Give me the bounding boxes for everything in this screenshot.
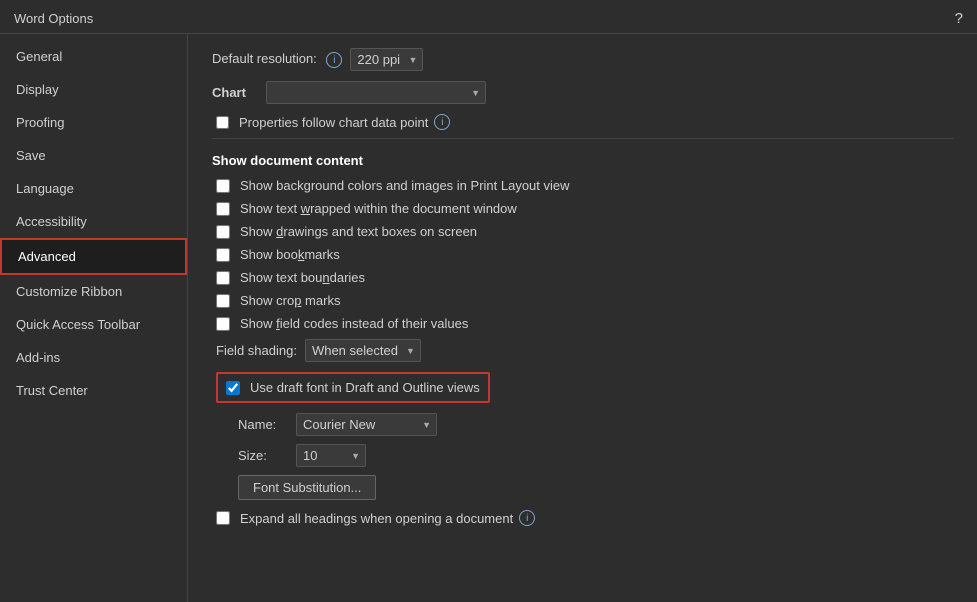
- show-text-boundaries-label[interactable]: Show text boundaries: [240, 270, 365, 285]
- resolution-info-icon[interactable]: i: [326, 52, 342, 68]
- sidebar-item-trust-center[interactable]: Trust Center: [0, 374, 187, 407]
- chart-select-wrap: [266, 81, 486, 104]
- sidebar-item-quick-access-toolbar[interactable]: Quick Access Toolbar: [0, 308, 187, 341]
- show-bookmarks-label[interactable]: Show bookmarks: [240, 247, 340, 262]
- field-shading-label: Field shading:: [216, 343, 297, 358]
- show-background-row: Show background colors and images in Pri…: [216, 178, 953, 193]
- sidebar-item-language[interactable]: Language: [0, 172, 187, 205]
- chart-select[interactable]: [266, 81, 486, 104]
- show-background-label[interactable]: Show background colors and images in Pri…: [240, 178, 570, 193]
- sidebar-item-add-ins[interactable]: Add-ins: [0, 341, 187, 374]
- chart-row: Chart: [212, 81, 953, 104]
- resolution-select[interactable]: 220 ppi 96 ppi 150 ppi: [350, 48, 423, 71]
- show-crop-marks-checkbox[interactable]: [216, 294, 230, 308]
- show-field-codes-checkbox[interactable]: [216, 317, 230, 331]
- show-field-codes-row: Show field codes instead of their values: [216, 316, 953, 331]
- show-bookmarks-row: Show bookmarks: [216, 247, 953, 262]
- font-name-row: Name: Courier New Arial Times New Roman …: [238, 413, 953, 436]
- font-size-select-wrap: 8 9 10 11 12: [296, 444, 366, 467]
- show-drawings-row: Show drawings and text boxes on screen: [216, 224, 953, 239]
- default-resolution-row: Default resolution: i 220 ppi 96 ppi 150…: [212, 48, 953, 71]
- show-text-boundaries-row: Show text boundaries: [216, 270, 953, 285]
- expand-headings-label[interactable]: Expand all headings when opening a docum…: [240, 511, 513, 526]
- default-resolution-label: Default resolution: i: [212, 51, 342, 69]
- properties-chart-row: Properties follow chart data point i: [216, 114, 953, 130]
- show-bookmarks-checkbox[interactable]: [216, 248, 230, 262]
- show-background-checkbox[interactable]: [216, 179, 230, 193]
- use-draft-font-section: Use draft font in Draft and Outline view…: [216, 372, 490, 403]
- use-draft-font-checkbox[interactable]: [226, 381, 240, 395]
- sidebar-item-save[interactable]: Save: [0, 139, 187, 172]
- field-shading-row: Field shading: Always Never When selecte…: [216, 339, 953, 362]
- font-size-select[interactable]: 8 9 10 11 12: [296, 444, 366, 467]
- show-text-boundaries-checkbox[interactable]: [216, 271, 230, 285]
- font-name-label: Name:: [238, 417, 288, 432]
- main-panel: Default resolution: i 220 ppi 96 ppi 150…: [188, 34, 977, 602]
- show-text-wrapped-row: Show text wrapped within the document wi…: [216, 201, 953, 216]
- font-name-select-wrap: Courier New Arial Times New Roman Calibr…: [296, 413, 437, 436]
- expand-headings-checkbox[interactable]: [216, 511, 230, 525]
- chart-label: Chart: [212, 85, 252, 100]
- sidebar-item-general[interactable]: General: [0, 40, 187, 73]
- sidebar-item-advanced[interactable]: Advanced: [0, 238, 187, 275]
- expand-headings-info-icon[interactable]: i: [519, 510, 535, 526]
- divider-1: [212, 138, 953, 139]
- properties-chart-label[interactable]: Properties follow chart data point: [239, 115, 428, 130]
- show-text-wrapped-label[interactable]: Show text wrapped within the document wi…: [240, 201, 517, 216]
- sidebar-item-display[interactable]: Display: [0, 73, 187, 106]
- font-size-label: Size:: [238, 448, 288, 463]
- sidebar: General Display Proofing Save Language A…: [0, 34, 188, 602]
- window-title: Word Options: [14, 11, 93, 26]
- field-shading-select-wrap: Always Never When selected: [305, 339, 421, 362]
- font-substitution-button[interactable]: Font Substitution...: [238, 475, 376, 500]
- field-shading-select[interactable]: Always Never When selected: [305, 339, 421, 362]
- sidebar-item-accessibility[interactable]: Accessibility: [0, 205, 187, 238]
- title-bar: Word Options ?: [0, 0, 977, 34]
- use-draft-font-label[interactable]: Use draft font in Draft and Outline view…: [250, 380, 480, 395]
- font-substitution-wrap: Font Substitution...: [238, 475, 953, 500]
- properties-chart-checkbox[interactable]: [216, 116, 229, 129]
- show-field-codes-label[interactable]: Show field codes instead of their values: [240, 316, 468, 331]
- word-options-window: Word Options ? General Display Proofing …: [0, 0, 977, 602]
- resolution-select-wrap: 220 ppi 96 ppi 150 ppi: [350, 48, 423, 71]
- expand-headings-row: Expand all headings when opening a docum…: [216, 510, 953, 526]
- sidebar-item-proofing[interactable]: Proofing: [0, 106, 187, 139]
- font-size-row: Size: 8 9 10 11 12: [238, 444, 953, 467]
- properties-chart-info-icon[interactable]: i: [434, 114, 450, 130]
- show-crop-marks-label[interactable]: Show crop marks: [240, 293, 340, 308]
- show-crop-marks-row: Show crop marks: [216, 293, 953, 308]
- sidebar-item-customize-ribbon[interactable]: Customize Ribbon: [0, 275, 187, 308]
- font-name-select[interactable]: Courier New Arial Times New Roman Calibr…: [296, 413, 437, 436]
- show-document-content-title: Show document content: [212, 153, 953, 168]
- show-drawings-label[interactable]: Show drawings and text boxes on screen: [240, 224, 477, 239]
- show-drawings-checkbox[interactable]: [216, 225, 230, 239]
- show-text-wrapped-checkbox[interactable]: [216, 202, 230, 216]
- main-content: General Display Proofing Save Language A…: [0, 34, 977, 602]
- help-button[interactable]: ?: [955, 10, 963, 27]
